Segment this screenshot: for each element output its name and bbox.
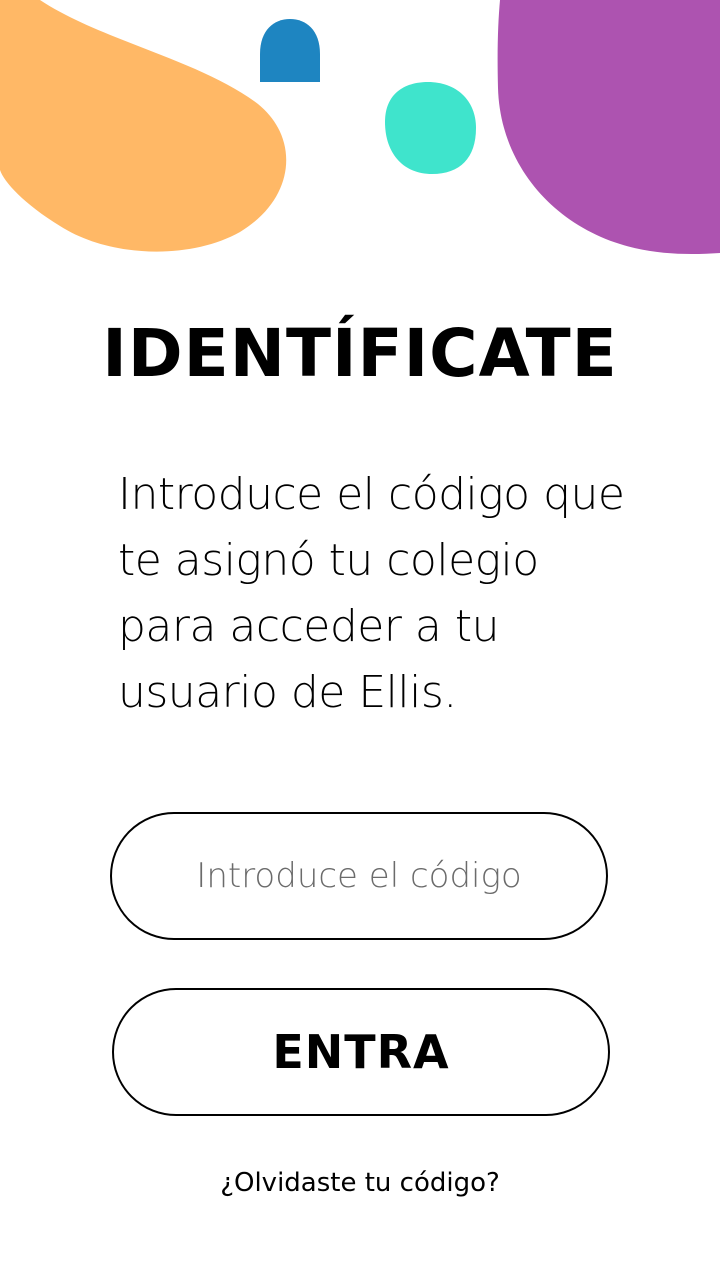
teal-blob: [385, 82, 476, 174]
page-title: IDENTÍFICATE: [102, 315, 618, 392]
forgot-code-link[interactable]: ¿Olvidaste tu código?: [0, 1168, 720, 1198]
orange-blob: [0, 0, 287, 252]
intro-text: Introduce el código que te asignó tu col…: [118, 469, 625, 718]
blue-blob: [260, 19, 320, 82]
code-input[interactable]: [110, 812, 608, 940]
enter-button[interactable]: ENTRA: [112, 988, 610, 1116]
purple-blob: [497, 0, 720, 255]
decorative-blobs: [0, 0, 720, 255]
